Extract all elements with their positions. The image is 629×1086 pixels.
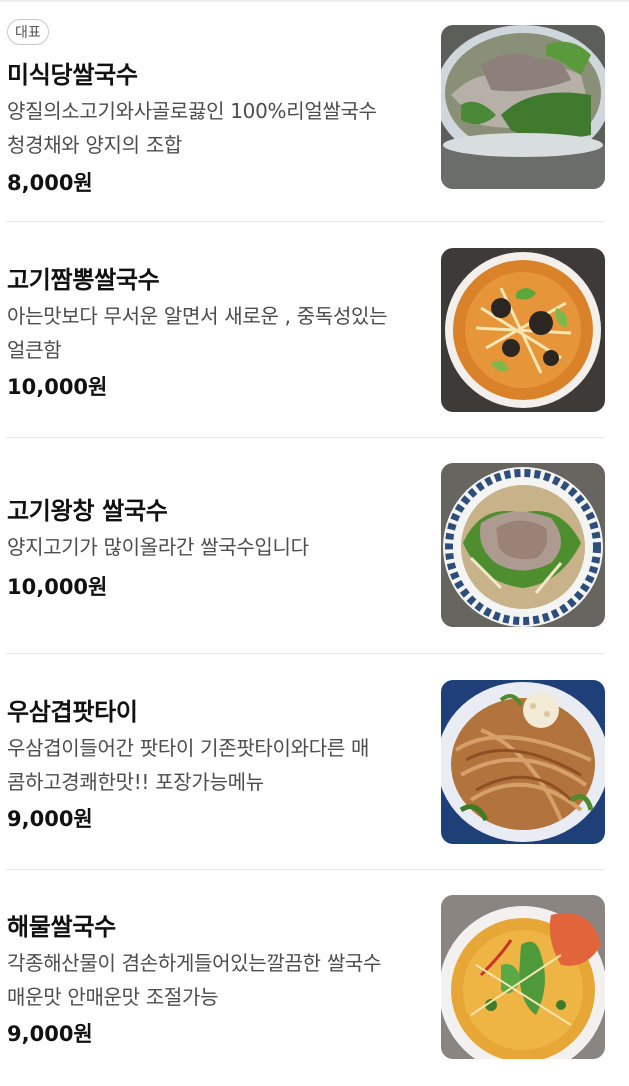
description-line: 청경채와 양지의 조합 <box>7 133 183 157</box>
menu-item[interactable]: 해물쌀국수 각종해산물이 겸손하게들어있는깔끔한 쌀국수 매운맛 안매운맛 조절… <box>0 870 629 1086</box>
menu-item-price: 10,000원 <box>7 575 108 599</box>
menu-item-price: 9,000원 <box>7 1022 93 1046</box>
description-line: 양지고기가 많이올라간 쌀국수입니다 <box>7 535 309 559</box>
menu-item-description: 아는맛보다 무서운 알면서 새로운 , 중독성있는 얼큰함 <box>7 299 422 367</box>
menu-item-name: 해물쌀국수 <box>7 913 116 941</box>
menu-item[interactable]: 우삼겹팟타이 우삼겹이들어간 팟타이 기존팟타이와다른 매 콤하고경쾌한맛!! … <box>0 654 629 870</box>
pho-beef-bokchoy-photo[interactable] <box>441 25 605 189</box>
beef-brisket-padthai-photo[interactable] <box>441 680 605 844</box>
menu-item-name: 미식당쌀국수 <box>7 61 138 89</box>
menu-item-description: 각종해산물이 겸손하게들어있는깔끔한 쌀국수 매운맛 안매운맛 조절가능 <box>7 946 422 1014</box>
description-line: 콤하고경쾌한맛!! 포장가능메뉴 <box>7 770 264 794</box>
seafood-pho-photo[interactable] <box>441 895 605 1059</box>
top-border <box>0 0 629 2</box>
menu-item-description: 우삼겹이들어간 팟타이 기존팟타이와다른 매 콤하고경쾌한맛!! 포장가능메뉴 <box>7 731 422 799</box>
menu-item-name: 고기짬뽕쌀국수 <box>7 266 160 294</box>
description-line: 얼큰함 <box>7 338 62 362</box>
beef-loaded-pho-photo[interactable] <box>441 463 605 627</box>
description-line: 우삼겹이들어간 팟타이 기존팟타이와다른 매 <box>7 736 370 760</box>
menu-item-price: 8,000원 <box>7 171 93 195</box>
description-line: 양질의소고기와사골로끓인 100%리얼쌀국수 <box>7 99 377 123</box>
menu-item-price: 9,000원 <box>7 807 93 831</box>
menu-item-description: 양지고기가 많이올라간 쌀국수입니다 <box>7 530 422 564</box>
menu-item-name: 고기왕창 쌀국수 <box>7 497 168 525</box>
menu-item[interactable]: 대표 미식당쌀국수 양질의소고기와사골로끓인 100%리얼쌀국수 청경채와 양지… <box>0 6 629 222</box>
menu-item[interactable]: 고기짬뽕쌀국수 아는맛보다 무서운 알면서 새로운 , 중독성있는 얼큰함 10… <box>0 222 629 438</box>
description-line: 각종해산물이 겸손하게들어있는깔끔한 쌀국수 <box>7 951 382 975</box>
description-line: 아는맛보다 무서운 알면서 새로운 , 중독성있는 <box>7 304 388 328</box>
menu-item-name: 우삼겹팟타이 <box>7 698 138 726</box>
signature-badge: 대표 <box>7 19 49 45</box>
spicy-jjamppong-pho-photo[interactable] <box>441 248 605 412</box>
menu-item-price: 10,000원 <box>7 375 108 399</box>
description-line: 매운맛 안매운맛 조절가능 <box>7 985 219 1009</box>
menu-item[interactable]: 고기왕창 쌀국수 양지고기가 많이올라간 쌀국수입니다 10,000원 <box>0 438 629 654</box>
menu-item-description: 양질의소고기와사골로끓인 100%리얼쌀국수 청경채와 양지의 조합 <box>7 94 422 162</box>
